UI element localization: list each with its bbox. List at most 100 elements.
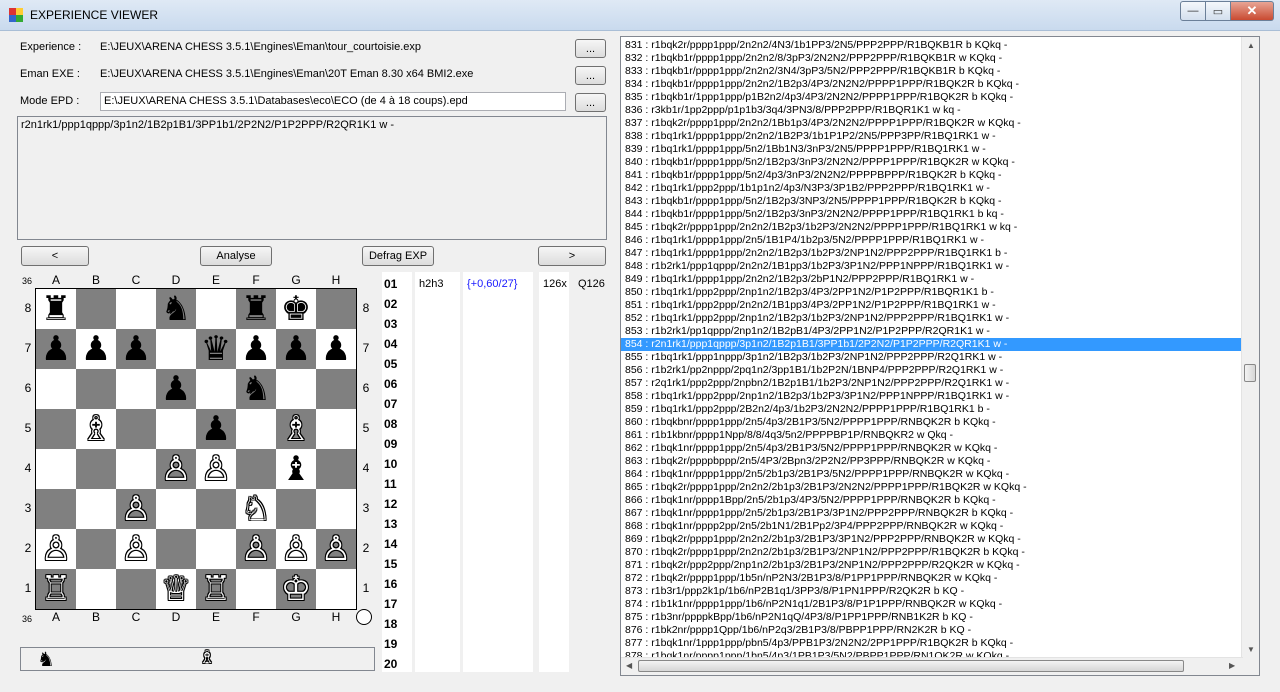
list-item[interactable]: 862 : r1bqk1nr/pppp1ppp/2n5/4p3/2B1P3/5N… [621, 442, 1243, 455]
list-item[interactable]: 877 : r1bqk1nr/1ppp1ppp/pbn5/4p3/PPB1P3/… [621, 637, 1243, 650]
piece-icon[interactable]: ♟ [121, 332, 151, 366]
list-item[interactable]: 842 : r1bq1rk1/ppp2ppp/1b1p1n2/4p3/N3P3/… [621, 182, 1243, 195]
scroll-right-icon[interactable]: ▶ [1229, 661, 1235, 670]
scroll-up-icon[interactable]: ▲ [1247, 41, 1255, 50]
list-item[interactable]: 849 : r1bq1rk1/pppp1ppp/2n2n2/1B2p3/2bP1… [621, 273, 1243, 286]
square-d2[interactable] [156, 529, 196, 569]
square-b3[interactable] [76, 489, 116, 529]
square-a3[interactable] [36, 489, 76, 529]
square-h5[interactable] [316, 409, 356, 449]
experience-browse-button[interactable]: ... [575, 39, 606, 58]
piece-icon[interactable]: ♘ [241, 492, 271, 526]
list-item[interactable]: 833 : r1bqkb1r/pppp1ppp/2n2n2/3N4/3pP3/5… [621, 65, 1243, 78]
list-item-selected[interactable]: 854 : r2n1rk1/ppp1qppp/3p1n2/1B2p1B1/3PP… [621, 338, 1243, 351]
piece-icon[interactable]: ♚ [281, 292, 311, 326]
list-item[interactable]: 845 : r1bqk2r/pppp1ppp/2n2n2/1B2p3/1b2P3… [621, 221, 1243, 234]
square-e3[interactable] [196, 489, 236, 529]
piece-icon[interactable]: ♟ [81, 332, 111, 366]
piece-icon[interactable]: ♙ [161, 452, 191, 486]
square-e6[interactable] [196, 369, 236, 409]
fen-textbox[interactable]: r2n1rk1/ppp1qppp/3p1n2/1B2p1B1/3PP1b1/2P… [17, 116, 607, 240]
piece-icon[interactable]: ♙ [121, 492, 151, 526]
list-item[interactable]: 855 : r1bq1rk1/ppp1nppp/3p1n2/1B2p3/1b2P… [621, 351, 1243, 364]
epd-path-input[interactable]: E:\JEUX\ARENA CHESS 3.5.1\Databases\eco\… [100, 92, 566, 111]
square-d6[interactable]: ♟ [156, 369, 196, 409]
square-c7[interactable]: ♟ [116, 329, 156, 369]
list-item[interactable]: 874 : r1b1k1nr/pppp1ppp/1b6/nP2N1q1/2B1P… [621, 598, 1243, 611]
defrag-exp-button[interactable]: Defrag EXP [362, 246, 434, 266]
square-c8[interactable] [116, 289, 156, 329]
list-item[interactable]: 871 : r1bqk2r/ppp2ppp/2np1n2/2b1p3/2B1P3… [621, 559, 1243, 572]
piece-icon[interactable]: ♖ [41, 572, 71, 606]
square-f6[interactable]: ♞ [236, 369, 276, 409]
square-d4[interactable]: ♙ [156, 449, 196, 489]
list-item[interactable]: 846 : r1bq1rk1/pppp1ppp/2n5/1B1P4/1b2p3/… [621, 234, 1243, 247]
list-item[interactable]: 840 : r1bqkb1r/pppp1ppp/5n2/1B2p3/3nP3/2… [621, 156, 1243, 169]
list-item[interactable]: 832 : r1bqkb1r/pppp1ppp/2n2n2/8/3pP3/2N2… [621, 52, 1243, 65]
square-b7[interactable]: ♟ [76, 329, 116, 369]
square-a4[interactable] [36, 449, 76, 489]
piece-icon[interactable]: ♟ [281, 332, 311, 366]
list-item[interactable]: 867 : r1bqk1nr/pppp1ppp/2n5/2b1p3/2B1P3/… [621, 507, 1243, 520]
analyse-button[interactable]: Analyse [200, 246, 272, 266]
vertical-scroll-thumb[interactable] [1244, 364, 1256, 382]
list-item[interactable]: 865 : r1bqk2r/pppp1ppp/2n2n2/2b1p3/2B1P3… [621, 481, 1243, 494]
square-h2[interactable]: ♙ [316, 529, 356, 569]
previous-button[interactable]: < [21, 246, 89, 266]
square-d8[interactable]: ♞ [156, 289, 196, 329]
list-item[interactable]: 838 : r1bq1rk1/pppp1ppp/2n2n2/1B2P3/1b1P… [621, 130, 1243, 143]
list-item[interactable]: 860 : r1bqkbnr/pppp1ppp/2n5/4p3/2B1P3/5N… [621, 416, 1243, 429]
list-item[interactable]: 876 : r1bk2nr/pppp1Qpp/1b6/nP2q3/2B1P3/8… [621, 624, 1243, 637]
square-f5[interactable] [236, 409, 276, 449]
square-h6[interactable] [316, 369, 356, 409]
list-item[interactable]: 831 : r1bqk2r/pppp1ppp/2n2n2/4N3/1b1PP3/… [621, 39, 1243, 52]
list-item[interactable]: 850 : r1bq1rk1/ppp2ppp/2np1n2/1B2p3/4P3/… [621, 286, 1243, 299]
horizontal-scroll-thumb[interactable] [638, 660, 1184, 672]
square-h4[interactable] [316, 449, 356, 489]
list-item[interactable]: 841 : r1bqkb1r/pppp1ppp/5n2/4p3/3nP3/2N2… [621, 169, 1243, 182]
piece-icon[interactable]: ♟ [241, 332, 271, 366]
square-e7[interactable]: ♛ [196, 329, 236, 369]
list-item[interactable]: 857 : r2q1rk1/ppp2ppp/2npbn2/1B2p1B1/1b2… [621, 377, 1243, 390]
piece-icon[interactable]: ♙ [241, 532, 271, 566]
square-d5[interactable] [156, 409, 196, 449]
list-item[interactable]: 839 : r1bq1rk1/pppp1ppp/5n2/1Bb1N3/3nP3/… [621, 143, 1243, 156]
square-b6[interactable] [76, 369, 116, 409]
square-d7[interactable] [156, 329, 196, 369]
horizontal-scrollbar[interactable]: ◀ ▶ [621, 657, 1243, 675]
square-a7[interactable]: ♟ [36, 329, 76, 369]
piece-icon[interactable]: ♟ [161, 372, 191, 406]
move-entry[interactable]: h2h3 [419, 278, 443, 290]
list-item[interactable]: 847 : r1bq1rk1/pppp1ppp/2n2n2/1B2p3/1b2P… [621, 247, 1243, 260]
square-g3[interactable] [276, 489, 316, 529]
square-h8[interactable] [316, 289, 356, 329]
list-item[interactable]: 861 : r1b1kbnr/pppp1Npp/8/8/4q3/5n2/PPPP… [621, 429, 1243, 442]
square-f8[interactable]: ♜ [236, 289, 276, 329]
square-h7[interactable]: ♟ [316, 329, 356, 369]
square-d3[interactable] [156, 489, 196, 529]
list-item[interactable]: 868 : r1bqk1nr/pppp2pp/2n5/2b1N1/2B1Pp2/… [621, 520, 1243, 533]
piece-icon[interactable]: ♙ [201, 452, 231, 486]
square-a6[interactable] [36, 369, 76, 409]
square-e8[interactable] [196, 289, 236, 329]
square-f4[interactable] [236, 449, 276, 489]
list-item[interactable]: 834 : r1bqkb1r/pppp1ppp/2n2n2/1B2p3/4P3/… [621, 78, 1243, 91]
list-item[interactable]: 859 : r1bq1rk1/ppp2ppp/2B2n2/4p3/1b2P3/2… [621, 403, 1243, 416]
list-item[interactable]: 873 : r1b3r1/ppp2k1p/1b6/nP2B1q1/3PP3/8/… [621, 585, 1243, 598]
list-item[interactable]: 852 : r1bq1rk1/ppp2ppp/2np1n2/1B2p3/1b2P… [621, 312, 1243, 325]
square-g6[interactable] [276, 369, 316, 409]
square-c1[interactable] [116, 569, 156, 609]
piece-icon[interactable]: ♝ [281, 452, 311, 486]
piece-icon[interactable]: ♞ [241, 372, 271, 406]
scroll-down-icon[interactable]: ▼ [1247, 645, 1255, 654]
list-item[interactable]: 848 : r1b2rk1/ppp1qppp/2n2n2/1B1pp3/1b2P… [621, 260, 1243, 273]
list-item[interactable]: 843 : r1bqkb1r/pppp1ppp/5n2/1B2p3/3NP3/2… [621, 195, 1243, 208]
list-item[interactable]: 872 : r1bqk2r/pppp1ppp/1b5n/nP2N3/2B1P3/… [621, 572, 1243, 585]
piece-icon[interactable]: ♕ [161, 572, 191, 606]
square-f1[interactable] [236, 569, 276, 609]
maximize-button[interactable]: ▭ [1206, 1, 1231, 21]
square-h1[interactable] [316, 569, 356, 609]
piece-icon[interactable]: ♟ [321, 332, 351, 366]
square-g7[interactable]: ♟ [276, 329, 316, 369]
square-c5[interactable] [116, 409, 156, 449]
